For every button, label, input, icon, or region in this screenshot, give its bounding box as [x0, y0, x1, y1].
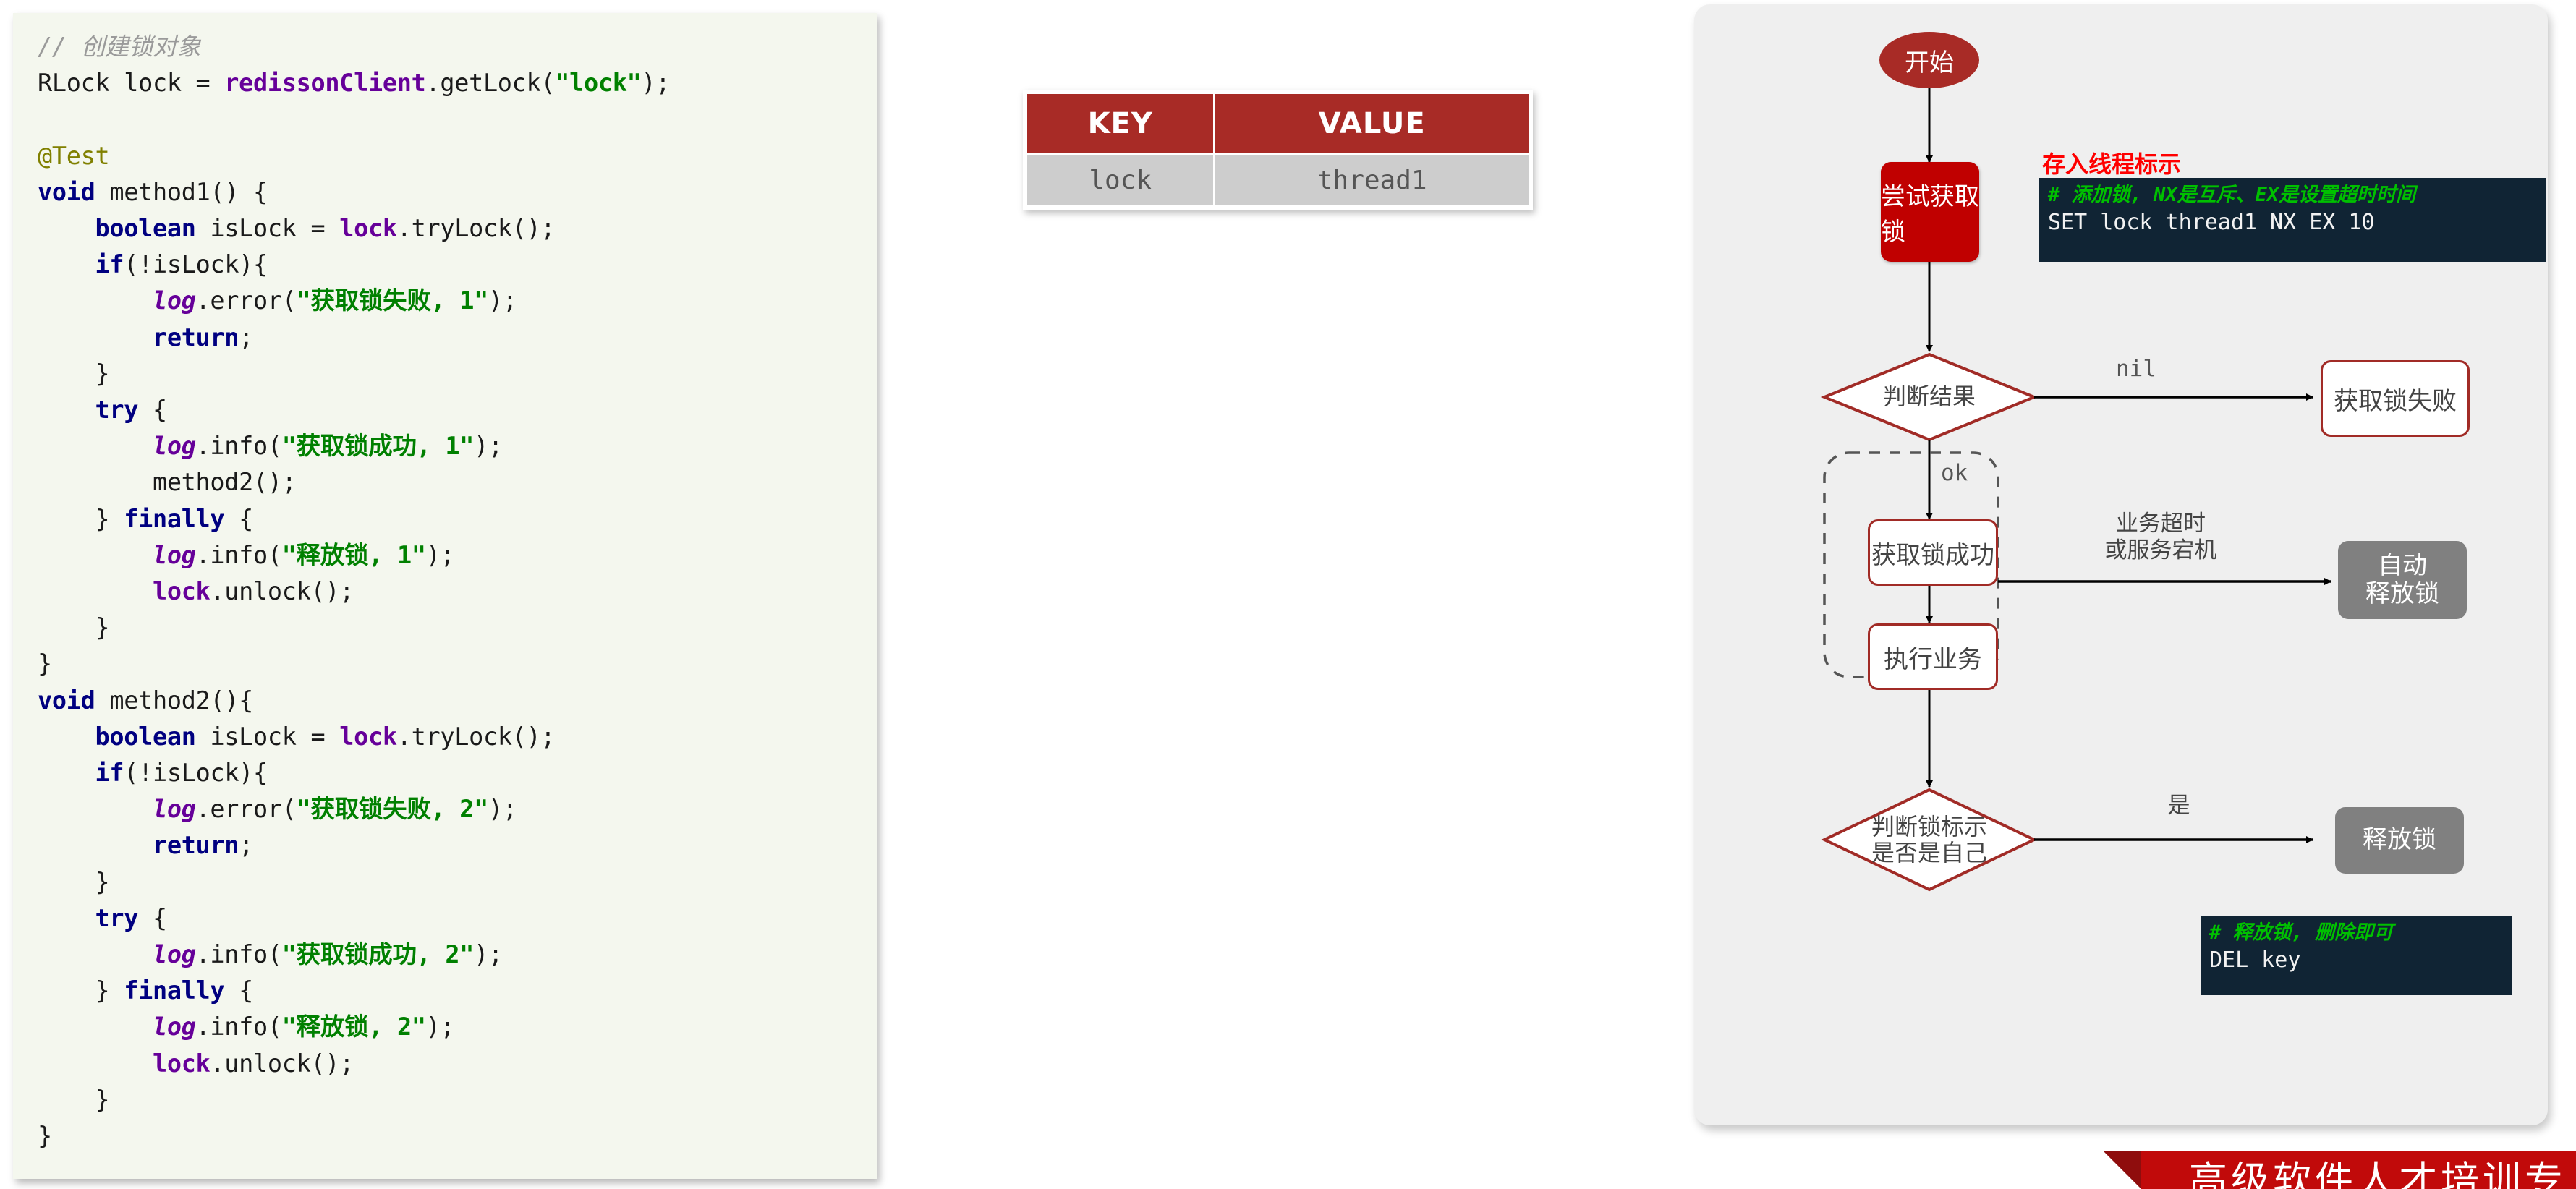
redis-key-value-table: KEY VALUE lock thread1	[1023, 90, 1533, 210]
distributed-lock-flowchart-panel: 开始 尝试获取锁 存入线程标示 # 添加锁, NX是互斥、EX是设置超时时间 S…	[1694, 4, 2548, 1125]
table-header-row: KEY VALUE	[1027, 94, 1529, 153]
java-code-panel: // 创建锁对象 RLock lock = redissonClient.get…	[13, 13, 877, 1179]
node-try-acquire-lock[interactable]: 尝试获取锁	[1881, 162, 1979, 262]
node-release-lock-label: 释放锁	[2363, 826, 2436, 854]
node-auto-release-lock[interactable]: 自动 释放锁	[2338, 541, 2467, 619]
node-run-business[interactable]: 执行业务	[1868, 623, 1998, 690]
node-acquire-fail[interactable]: 获取锁失败	[2321, 360, 2470, 437]
set-lock-terminal-comment: # 添加锁, NX是互斥、EX是设置超时时间	[2048, 184, 2416, 206]
node-release-lock[interactable]: 释放锁	[2335, 807, 2464, 874]
node-auto-release-lock-label-line2: 释放锁	[2365, 580, 2439, 608]
edge-label-ok: ok	[1941, 460, 1968, 486]
del-key-terminal-comment: # 释放锁, 删除即可	[2209, 921, 2394, 944]
diamond-judge-owner	[1821, 788, 2038, 892]
cell-value: thread1	[1215, 155, 1529, 205]
node-acquire-success[interactable]: 获取锁成功	[1868, 519, 1998, 586]
node-run-business-label: 执行业务	[1884, 645, 1982, 673]
edge-label-nil: nil	[2116, 356, 2156, 382]
node-acquire-fail-label: 获取锁失败	[2334, 387, 2457, 415]
node-acquire-success-label: 获取锁成功	[1871, 541, 1994, 569]
edge-label-business-timeout-line1: 业务超时	[2116, 511, 2206, 537]
table-row: lock thread1	[1027, 155, 1529, 205]
column-header-key: KEY	[1027, 94, 1214, 153]
edge-label-business-timeout: 业务超时 或服务宕机	[2081, 511, 2240, 564]
node-auto-release-lock-label-line1: 自动	[2378, 551, 2427, 579]
del-key-terminal-command: DEL key	[2209, 947, 2301, 973]
bottom-red-banner: 高级软件人才培训专	[2104, 1151, 2576, 1189]
diamond-judge-result	[1820, 352, 2039, 442]
column-header-value: VALUE	[1215, 94, 1529, 153]
edge-label-yes: 是	[2167, 793, 2190, 819]
annotation-store-thread-mark: 存入线程标示	[2042, 150, 2182, 178]
banner-wedge-shape	[2104, 1151, 2141, 1189]
node-try-acquire-lock-label: 尝试获取锁	[1881, 183, 1979, 246]
cell-key: lock	[1027, 155, 1214, 205]
banner-text: 高级软件人才培训专	[2189, 1160, 2567, 1189]
set-lock-terminal-command: SET lock thread1 NX EX 10	[2048, 209, 2375, 235]
java-code-block: // 创建锁对象 RLock lock = redissonClient.get…	[38, 33, 671, 1151]
edge-label-business-timeout-line2: 或服务宕机	[2104, 537, 2217, 564]
set-lock-terminal: # 添加锁, NX是互斥、EX是设置超时时间 SET lock thread1 …	[2039, 178, 2546, 262]
node-start[interactable]: 开始	[1879, 32, 1979, 88]
node-start-label: 开始	[1905, 48, 1954, 77]
del-key-terminal: # 释放锁, 删除即可 DEL key	[2201, 916, 2512, 995]
